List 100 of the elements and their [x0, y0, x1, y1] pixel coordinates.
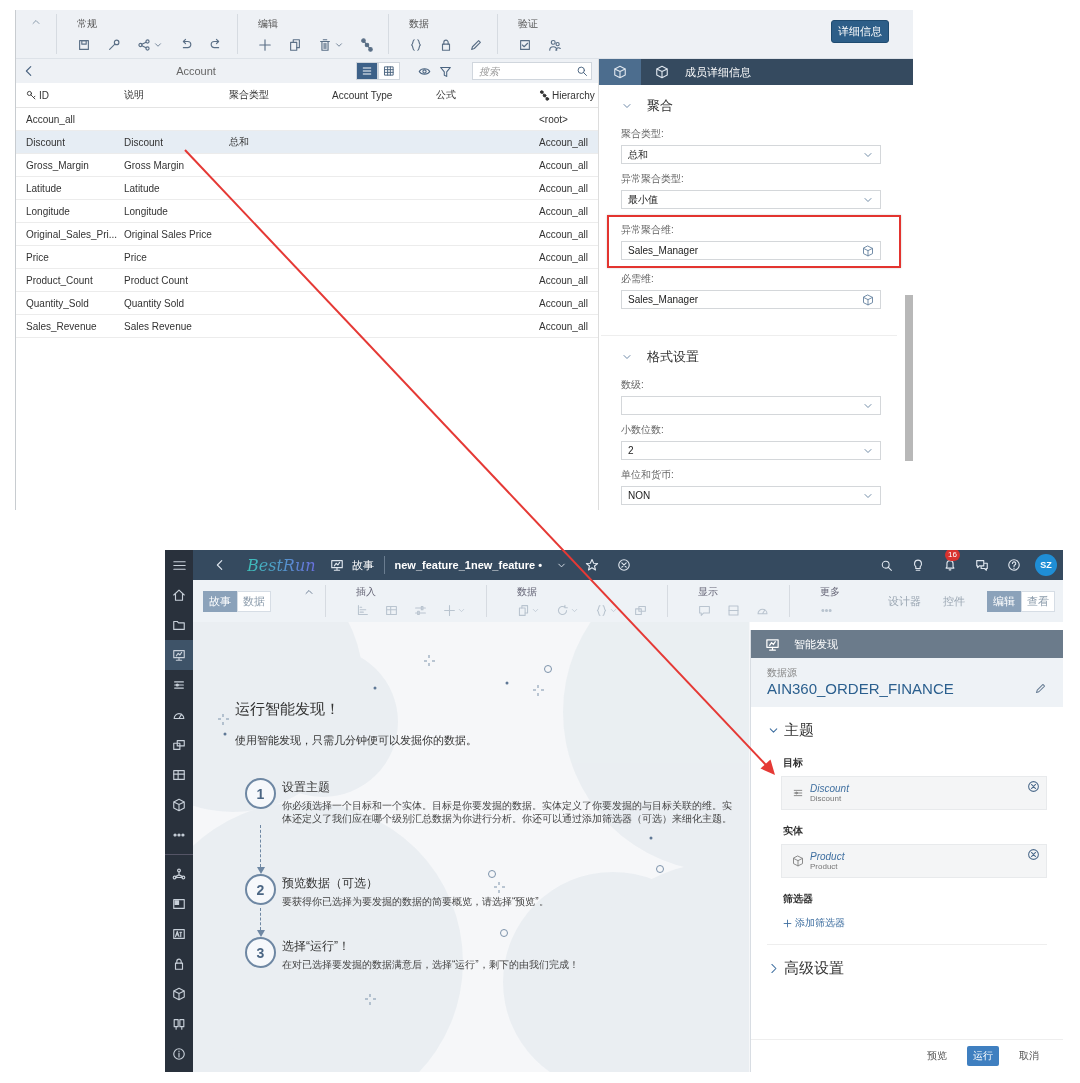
cube-icon	[862, 293, 874, 306]
wrench-icon[interactable]	[107, 38, 121, 52]
sidebar-item[interactable]	[165, 640, 193, 670]
page-subtitle: 使用智能发现，只需几分钟便可以发掘你的数据。	[235, 733, 478, 748]
close-icon[interactable]	[617, 558, 632, 572]
caret-icon[interactable]	[153, 40, 163, 50]
share-icon[interactable]	[137, 38, 151, 52]
table-cell: Accoun_all	[26, 113, 75, 125]
section-header[interactable]: 格式设置	[621, 348, 891, 366]
file-title[interactable]: new_feature_1new_feature •	[394, 559, 543, 571]
home-icon	[172, 588, 186, 602]
star-icon[interactable]	[585, 558, 600, 572]
presentation-icon	[329, 558, 344, 572]
table-cell: Accoun_all	[539, 228, 588, 240]
field-label: 小数位数:	[621, 423, 665, 437]
dropdown-field[interactable]: 2	[621, 441, 881, 460]
dropdown-field[interactable]	[621, 396, 881, 415]
presentation-icon	[172, 648, 186, 662]
bulb-icon[interactable]	[911, 558, 925, 572]
pencil-icon[interactable]	[469, 38, 483, 52]
search-icon[interactable]	[880, 558, 893, 572]
toolbar-group-label: 验证	[518, 17, 539, 31]
add-filter-link[interactable]: 添加筛选器	[783, 916, 845, 930]
measure-chip[interactable]: Discount Discount	[781, 776, 1047, 810]
dimension-field[interactable]: Sales_Manager	[621, 290, 881, 309]
discovery-icon	[765, 636, 780, 652]
dimension-chip[interactable]: Product Product	[781, 844, 1047, 878]
filter-icon[interactable]	[439, 64, 452, 78]
field-label: 数据源	[767, 666, 798, 680]
table-row[interactable]: Gross_Margin Gross Margin Accoun_all	[16, 154, 598, 177]
save-icon[interactable]	[77, 38, 91, 52]
bell-icon[interactable]	[943, 558, 957, 572]
table-row[interactable]: Product_Count Product Count Accoun_all	[16, 269, 598, 292]
table-cell: Discount	[124, 136, 163, 148]
help-icon[interactable]	[1007, 558, 1021, 572]
table-row[interactable]: Original_Sales_Pri... Original Sales Price Accoun_all	[16, 223, 598, 246]
column-header[interactable]: ID	[39, 89, 49, 101]
cube-icon	[792, 855, 804, 867]
dropdown-field[interactable]: NON	[621, 486, 881, 505]
lock-icon[interactable]	[439, 38, 453, 52]
table-cell: Product_Count	[26, 274, 93, 286]
table-row[interactable]: Price Price Accoun_all	[16, 246, 598, 269]
checkbox-icon[interactable]	[518, 38, 532, 52]
page-heading: 运行智能发现！	[235, 700, 341, 719]
step-description: 要获得你已选择为要发掘的数据的简要概览，请选择“预览”。	[282, 895, 550, 908]
column-header[interactable]: Hierarchy	[552, 89, 595, 101]
list-view-button[interactable]	[356, 62, 378, 80]
section-header[interactable]: 聚合	[621, 97, 891, 115]
plus-icon	[783, 918, 792, 928]
dropdown-field[interactable]: 总和	[621, 145, 881, 164]
section-header[interactable]: 高级设置	[767, 959, 1047, 978]
caret-icon[interactable]	[334, 40, 344, 50]
dropdown-field[interactable]: 最小值	[621, 190, 881, 209]
field-label: 目标	[783, 756, 804, 770]
panel-title: 智能发现	[794, 636, 838, 652]
footer-button[interactable]: 预览	[921, 1046, 953, 1066]
scrollbar-thumb[interactable]	[905, 295, 913, 461]
search-icon[interactable]	[576, 65, 588, 77]
caret-icon[interactable]	[609, 606, 618, 615]
dimension-field[interactable]: Sales_Manager	[621, 241, 881, 260]
people-icon[interactable]	[548, 38, 562, 52]
section-header[interactable]: 主题	[767, 721, 1047, 740]
grid-view-button[interactable]	[378, 62, 400, 80]
table-row[interactable]: Discount Discount 总和 Accoun_all	[16, 131, 598, 154]
chat-icon[interactable]	[975, 558, 989, 572]
table-row[interactable]: Latitude Latitude Accoun_all	[16, 177, 598, 200]
copy-icon[interactable]	[288, 38, 302, 52]
table-row[interactable]: Longitude Longitude Accoun_all	[16, 200, 598, 223]
hierarchy-icon[interactable]	[360, 38, 374, 52]
column-header[interactable]: 说明	[124, 88, 144, 102]
table-row[interactable]: Sales_Revenue Sales Revenue Accoun_all	[16, 315, 598, 338]
remove-icon[interactable]	[1027, 848, 1040, 861]
user-avatar[interactable]: SZ	[1035, 554, 1057, 576]
datasource-name: AIN360_ORDER_FINANCE	[767, 680, 954, 697]
table-cell: Accoun_all	[539, 320, 588, 332]
panel-tab[interactable]	[599, 59, 641, 85]
remove-icon[interactable]	[1027, 780, 1040, 793]
details-button[interactable]: 详细信息	[831, 19, 889, 43]
braces-icon[interactable]	[409, 38, 423, 52]
column-header[interactable]: 公式	[436, 88, 456, 102]
search-field[interactable]: 搜索	[472, 62, 592, 80]
footer-button[interactable]: 运行	[967, 1046, 999, 1066]
cube-icon	[862, 244, 874, 257]
sliders-icon[interactable]	[414, 604, 427, 617]
table-cell: Longitude	[124, 205, 168, 217]
toolbar-group-label: 更多	[820, 585, 840, 599]
table-cell: Product Count	[124, 274, 188, 286]
table-title: Account	[175, 65, 217, 77]
footer-button[interactable]: 取消	[1013, 1046, 1045, 1066]
table-cell: Longitude	[26, 205, 70, 217]
column-header[interactable]: 聚合类型	[229, 88, 269, 102]
column-header[interactable]: Account Type	[332, 89, 393, 101]
table-cell: Accoun_all	[539, 159, 588, 171]
breadcrumb[interactable]: 故事	[351, 557, 374, 573]
hierarchy-icon	[539, 89, 550, 101]
table-row[interactable]: Quantity_Sold Quantity Sold Accoun_all	[16, 292, 598, 315]
table-cell: Accoun_all	[539, 251, 588, 263]
pencil-icon[interactable]	[1034, 682, 1047, 695]
trash-icon[interactable]	[318, 38, 332, 52]
table-cell: Quantity Sold	[124, 297, 185, 309]
